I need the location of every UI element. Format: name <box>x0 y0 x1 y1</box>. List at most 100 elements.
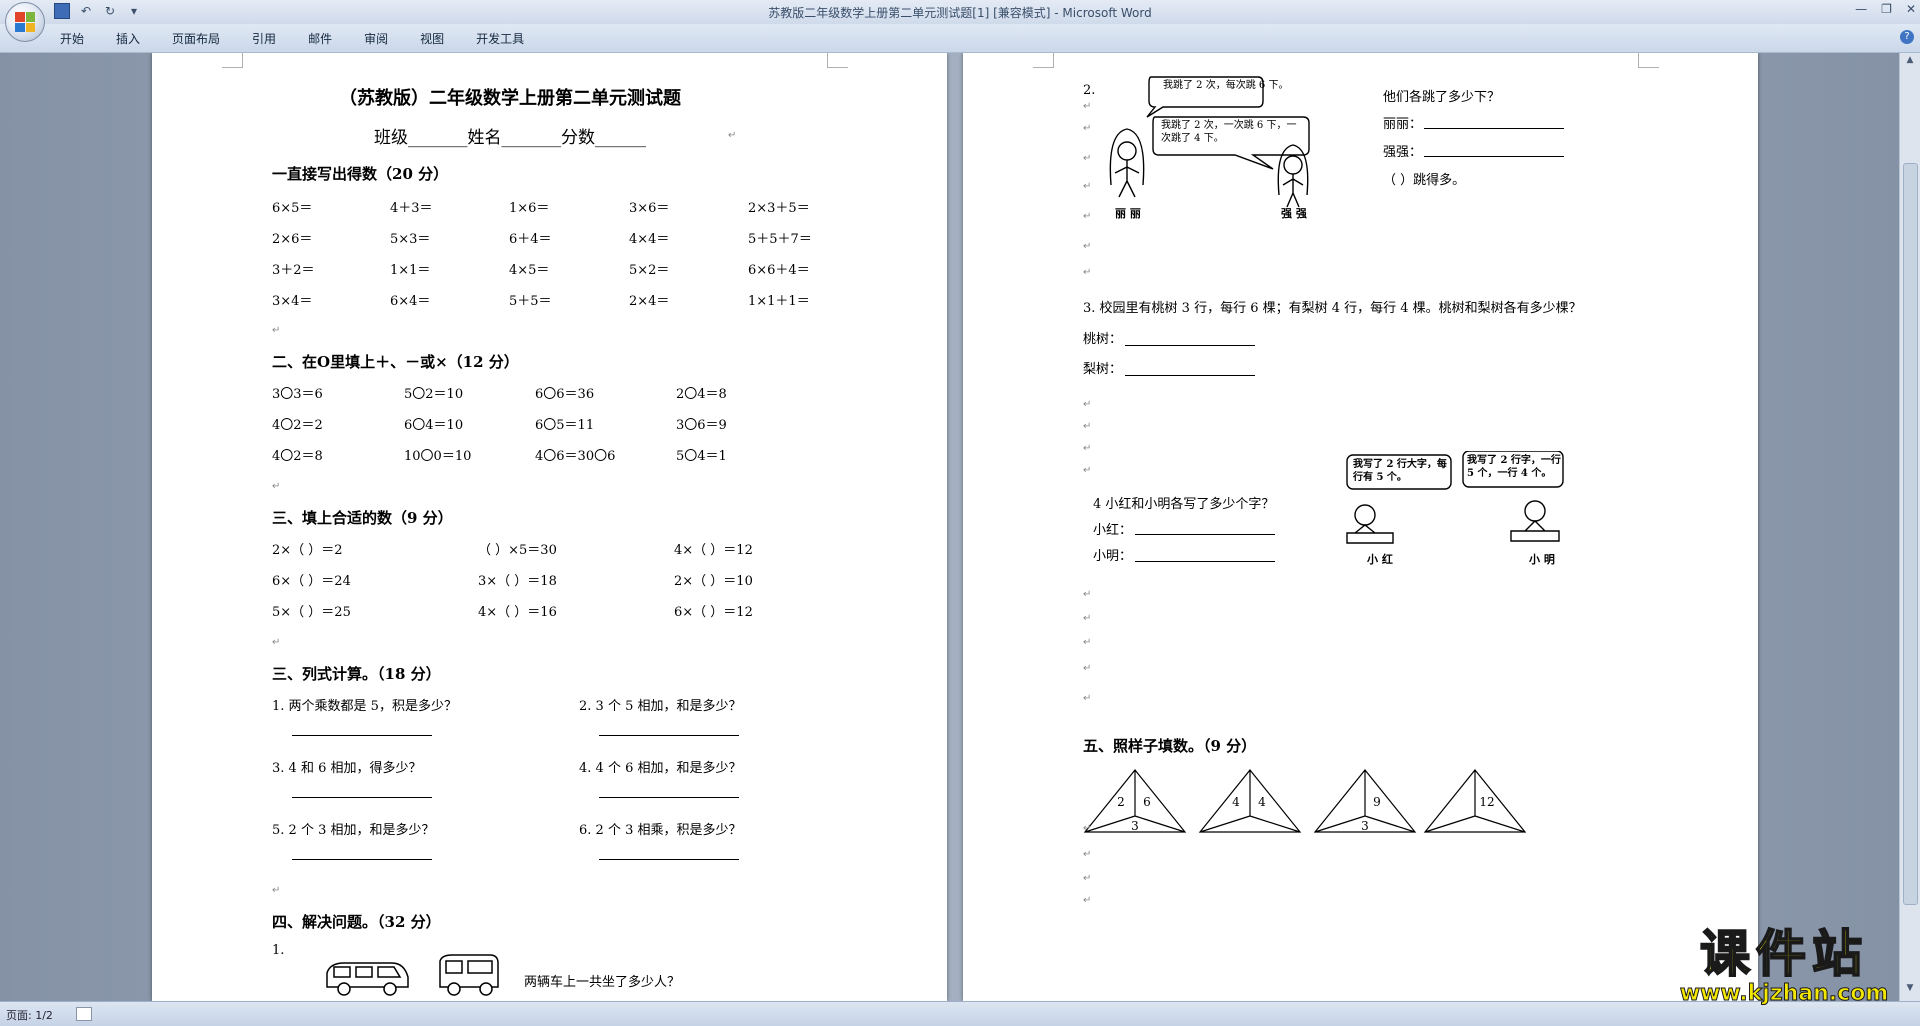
window-controls: — ❐ ✕ <box>1855 2 1916 16</box>
problem-2-question: 他们各跳了多少下？ <box>1383 90 1501 105</box>
paragraph-mark: ↵ <box>728 130 737 141</box>
paragraph-mark: ↵ <box>1083 589 1092 600</box>
paragraph-mark: ↵ <box>1083 123 1092 134</box>
scroll-down-icon[interactable]: ▼ <box>1904 983 1916 995</box>
section-3-title: 三、填上合适的数（9 分） <box>272 509 453 527</box>
ribbon-tab[interactable]: 视图 <box>420 30 444 47</box>
operator-fill-item: 4〇2＝2 <box>272 418 323 433</box>
triangle-number-left: 4 <box>1232 795 1240 809</box>
operator-fill-item: 6〇6＝36 <box>535 387 595 402</box>
triangle-number-bottom: 3 <box>1131 819 1139 833</box>
arithmetic-item: 6＋4＝ <box>509 232 552 247</box>
office-button[interactable] <box>5 2 45 42</box>
answer-line[interactable] <box>599 735 739 736</box>
help-icon[interactable]: ? <box>1900 30 1914 44</box>
paragraph-mark: ↵ <box>1083 693 1092 704</box>
crop-mark <box>222 53 243 68</box>
watermark-brand: 课件站 <box>1699 924 1868 984</box>
number-fill-item: （ ）×5＝30 <box>478 543 557 558</box>
answer-line[interactable] <box>1125 375 1255 376</box>
operator-fill-item: 2〇4＝8 <box>676 387 727 402</box>
answer-line[interactable] <box>1424 156 1564 157</box>
paragraph-mark: ↵ <box>1083 613 1092 624</box>
number-triangle: 93 <box>1313 769 1417 833</box>
ribbon-tabs: 开始 插入 页面布局 引用 邮件 审阅 视图 开发工具 <box>60 30 524 47</box>
arithmetic-item: 5×2＝ <box>629 263 670 278</box>
paragraph-mark: ↵ <box>1083 873 1092 884</box>
calculation-problem: 1. 两个乘数都是 5，积是多少？ <box>272 699 457 714</box>
section-2-title: 二、在O里填上＋、－或×（12 分） <box>272 353 519 371</box>
paragraph-mark: ↵ <box>1083 637 1092 648</box>
answer-line[interactable] <box>1125 345 1255 346</box>
answer-line[interactable] <box>599 859 739 860</box>
name-xiaohong: 小 红 <box>1367 553 1393 566</box>
maximize-icon[interactable]: ❐ <box>1881 2 1892 16</box>
answer-line[interactable] <box>292 735 432 736</box>
problem-4-question: 4 小红和小明各写了多少个字？ <box>1093 497 1275 512</box>
number-triangle: 12 <box>1423 769 1527 833</box>
operator-fill-item: 4〇6＝30〇6 <box>535 449 616 464</box>
answer-line[interactable] <box>1135 534 1275 535</box>
watermark-url: www.kjzhan.com <box>1679 981 1889 1006</box>
document-title: （苏教版）二年级数学上册第二单元测试题 <box>339 88 681 109</box>
operator-fill-item: 6〇5＝11 <box>535 418 595 433</box>
operator-fill-item: 6〇4＝10 <box>404 418 464 433</box>
problem-2-number: 2. <box>1083 83 1096 98</box>
paragraph-mark: ↵ <box>1083 267 1092 278</box>
calculation-problem: 3. 4 和 6 相加，得多少？ <box>272 761 422 776</box>
operator-fill-item: 4〇2＝8 <box>272 449 323 464</box>
paragraph-mark: ↵ <box>1083 823 1092 834</box>
page-1[interactable]: （苏教版）二年级数学上册第二单元测试题 班级_______姓名_______分数… <box>152 53 947 1001</box>
office-logo-icon <box>15 12 35 32</box>
paragraph-mark: ↵ <box>1083 421 1092 432</box>
number-fill-item: 2×（ ）＝10 <box>674 574 753 589</box>
paragraph-mark: ↵ <box>1083 153 1092 164</box>
calculation-problem: 2. 3 个 5 相加，和是多少？ <box>579 699 742 714</box>
name-lili: 丽 丽 <box>1115 207 1141 220</box>
answer-line[interactable] <box>1135 561 1275 562</box>
arithmetic-item: 6×4＝ <box>390 294 431 309</box>
page-indicator[interactable]: 页面: 1/2 <box>6 1007 53 1023</box>
number-fill-item: 6×（ ）＝24 <box>272 574 351 589</box>
ribbon-tab[interactable]: 页面布局 <box>172 30 220 47</box>
answer-line[interactable] <box>292 859 432 860</box>
arithmetic-item: 2×3＋5＝ <box>748 201 810 216</box>
answer-line[interactable] <box>292 797 432 798</box>
ribbon-tab[interactable]: 插入 <box>116 30 140 47</box>
arithmetic-item: 2×4＝ <box>629 294 670 309</box>
ribbon-tab[interactable]: 审阅 <box>364 30 388 47</box>
paragraph-mark: ↵ <box>1083 399 1092 410</box>
ribbon-tab[interactable]: 引用 <box>252 30 276 47</box>
calculation-problem: 4. 4 个 6 相加，和是多少？ <box>579 761 742 776</box>
scrollbar-thumb[interactable] <box>1903 163 1918 905</box>
answer-line[interactable] <box>1424 128 1564 129</box>
answer-line[interactable] <box>599 797 739 798</box>
calculation-problem: 5. 2 个 3 相加，和是多少？ <box>272 823 435 838</box>
section-1-title: 一直接写出得数（20 分） <box>272 165 449 183</box>
arithmetic-item: 3×6＝ <box>629 201 670 216</box>
arithmetic-item: 4×5＝ <box>509 263 550 278</box>
section-5-title: 四、解决问题。（32 分） <box>272 913 441 931</box>
vertical-scrollbar[interactable]: ▲ ▼ <box>1899 53 1920 1001</box>
triangle-number-right: 9 <box>1373 795 1381 809</box>
problem-4-xiaohong-label: 小红： <box>1093 523 1133 538</box>
ribbon-tab[interactable]: 开始 <box>60 30 84 47</box>
page-2[interactable]: 2. 我跳了 2 次，每次跳 6 下。 我跳了 2 次，一次跳 6 下，一次跳了… <box>963 53 1758 1001</box>
paragraph-mark: ↵ <box>1083 443 1092 454</box>
triangle-number-right: 12 <box>1479 795 1494 809</box>
speech-bubble-lili: 我跳了 2 次，每次跳 6 下。 <box>1163 80 1289 91</box>
header-fields: 班级_______姓名_______分数______ <box>374 128 646 148</box>
ribbon-tab[interactable]: 开发工具 <box>476 30 524 47</box>
paragraph-mark: ↵ <box>1083 241 1092 252</box>
paragraph-mark: ↵ <box>272 637 281 648</box>
speech-bubble-qiangqiang: 我跳了 2 次，一次跳 6 下，一次跳了 4 下。 <box>1161 120 1297 144</box>
scroll-up-icon[interactable]: ▲ <box>1904 55 1916 67</box>
ribbon-tab[interactable]: 邮件 <box>308 30 332 47</box>
close-icon[interactable]: ✕ <box>1906 2 1916 16</box>
document-workspace: （苏教版）二年级数学上册第二单元测试题 班级_______姓名_______分数… <box>0 53 1900 1001</box>
arithmetic-item: 5×3＝ <box>390 232 431 247</box>
problem-2-compare: （ ）跳得多。 <box>1383 173 1466 188</box>
minimize-icon[interactable]: — <box>1855 2 1867 16</box>
macro-recording-icon[interactable] <box>76 1007 92 1021</box>
crop-mark <box>827 53 848 68</box>
